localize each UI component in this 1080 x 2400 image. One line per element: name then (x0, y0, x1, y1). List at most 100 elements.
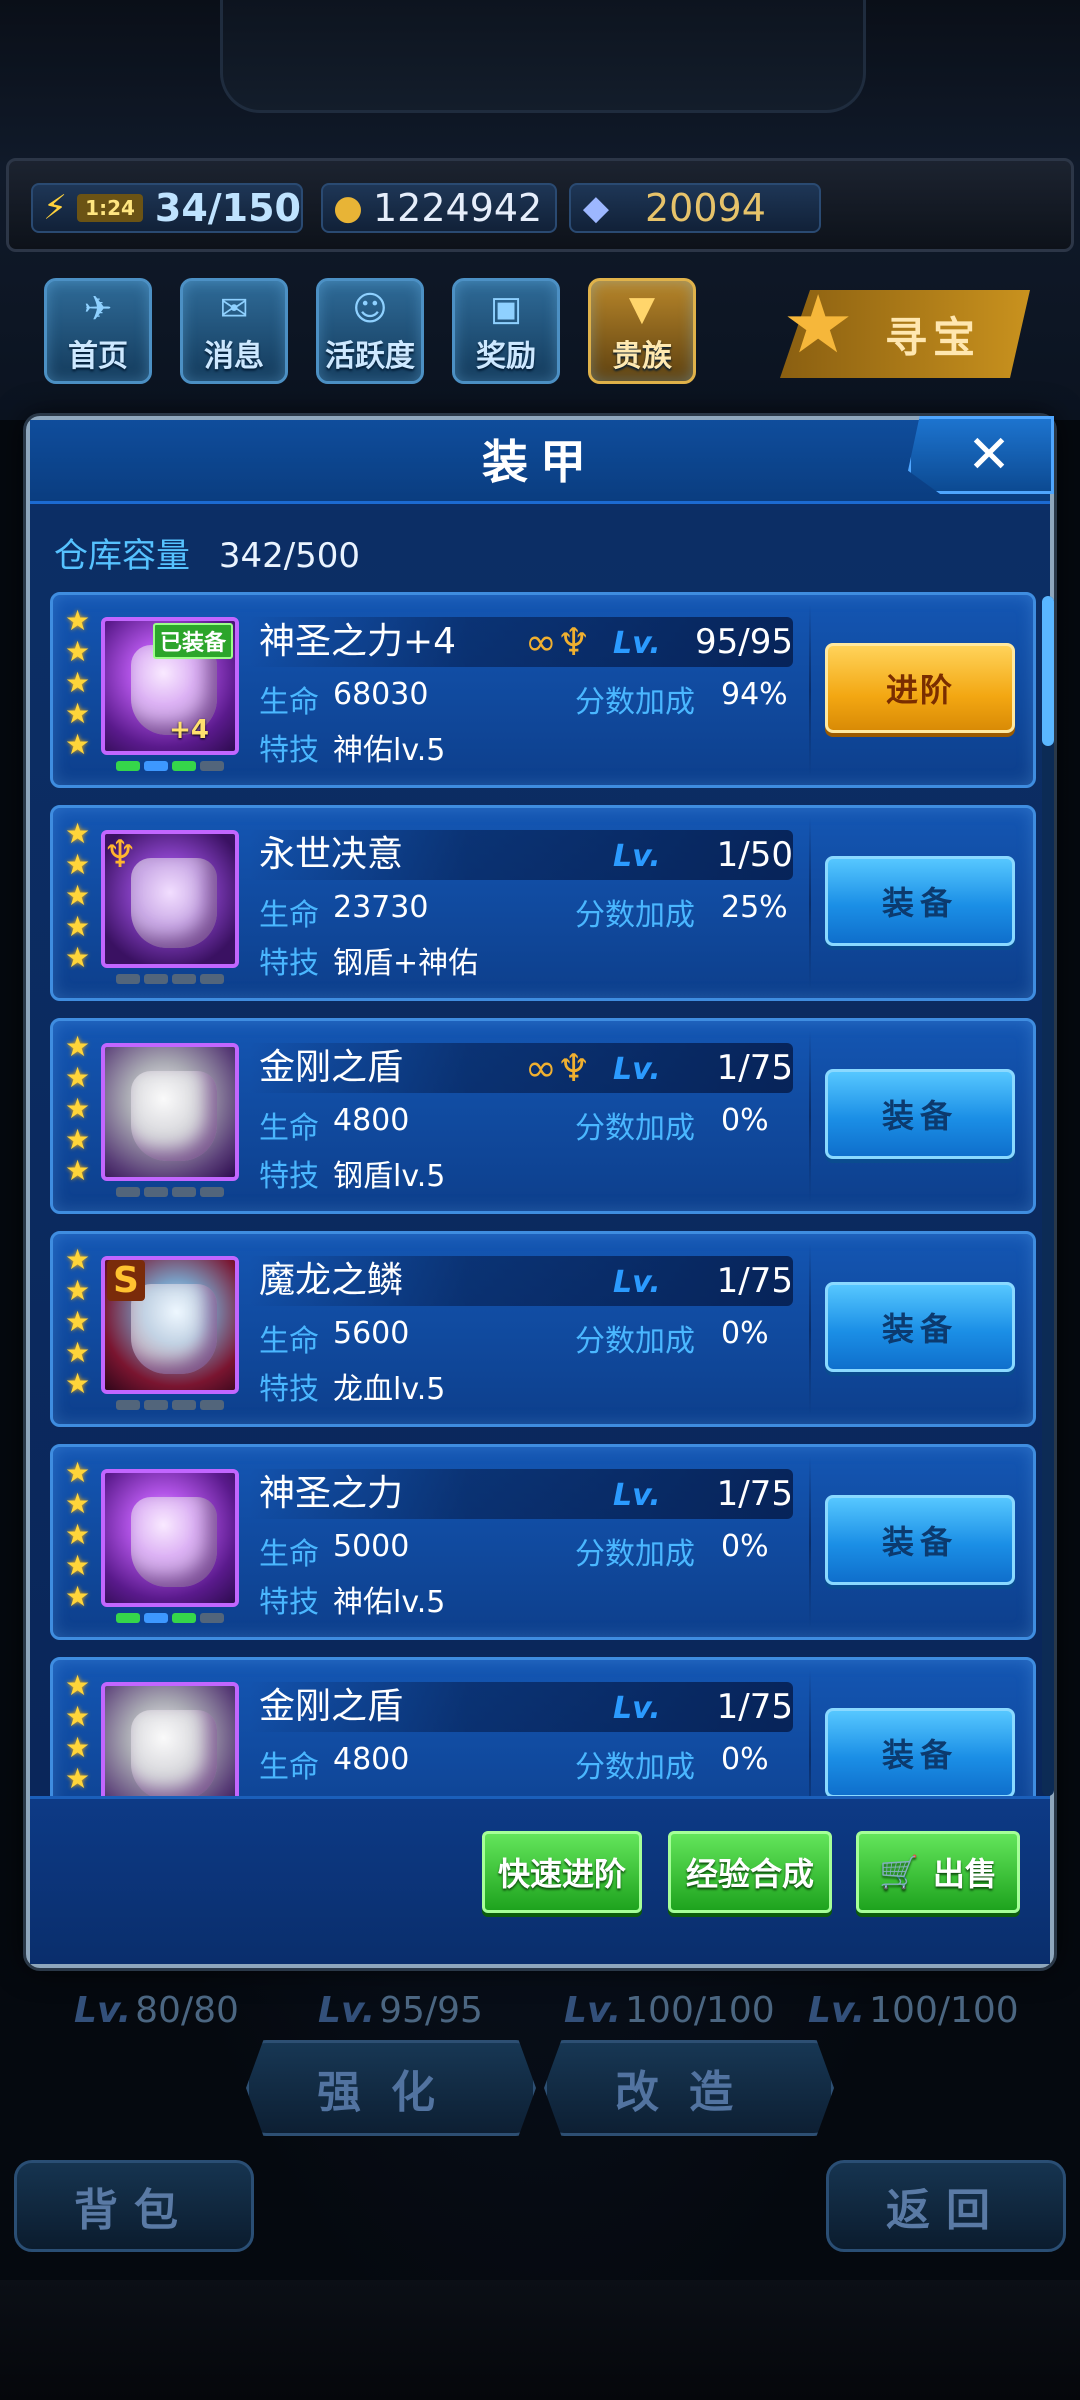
star-icon: ★ (65, 1700, 91, 1733)
armor-item[interactable]: ★ ★ ★ ★ ★ ♆ 永世决意 Lv. 1/50 生命 23730 分数加成 … (50, 805, 1036, 1001)
score-bonus-label: 分数加成 (575, 1324, 695, 1359)
star-icon: ★ (65, 1669, 91, 1702)
hp-value: 4800 (333, 1742, 410, 1777)
backpack-button[interactable]: 背包 (14, 2160, 254, 2252)
socket-icon (144, 974, 168, 984)
socket-icon (200, 1400, 224, 1410)
slot-level: Lv. 80/80 (74, 1990, 239, 2031)
star-icon: ★ (65, 1061, 91, 1094)
star-rating: ★ ★ ★ ★ ★ (65, 1031, 95, 1186)
equip-button[interactable]: 装备 (825, 856, 1015, 946)
armor-item[interactable]: ★ ★ ★ ★ ★ 神圣之力 Lv. 1/75 生命 5000 分数加成 0% (50, 1444, 1036, 1640)
divider (809, 1244, 811, 1416)
level-prefix: Lv. (318, 1990, 376, 2031)
energy-stat[interactable]: ⚡ 1:24 34/150 (31, 183, 303, 233)
hp-label: 生命 (259, 1537, 319, 1572)
menu-message-button[interactable]: ✉ 消息 (180, 278, 288, 384)
set-bonus-icon: ∞♆ (525, 1046, 591, 1090)
divider (809, 1031, 811, 1203)
energy-value: 34/150 (154, 186, 301, 230)
star-icon: ★ (65, 604, 91, 637)
close-button[interactable]: ✕ (908, 416, 1054, 494)
equip-button[interactable]: 装备 (825, 1708, 1015, 1798)
equip-button[interactable]: 装备 (825, 1282, 1015, 1372)
menu-home-button[interactable]: ✈ 首页 (44, 278, 152, 384)
energy-timer: 1:24 (77, 194, 143, 222)
score-bonus-value: 94% (721, 677, 788, 712)
star-icon: ★ (65, 1580, 91, 1613)
star-icon: ★ (65, 1731, 91, 1764)
level-label: Lv. (613, 1691, 661, 1726)
star-icon: ★ (65, 879, 91, 912)
armor-thumbnail[interactable] (101, 1043, 239, 1181)
armor-thumbnail[interactable] (101, 1469, 239, 1607)
star-icon: ★ (65, 1154, 91, 1187)
armor-item[interactable]: ★ ★ ★ ★ ★ S 魔龙之鳞 Lv. 1/75 生命 5600 分数加成 0… (50, 1231, 1036, 1427)
socket-row (101, 974, 239, 984)
slot-level: Lv. 100/100 (808, 1990, 1019, 2031)
star-icon: ★ (65, 941, 91, 974)
score-bonus-value: 0% (721, 1316, 769, 1351)
score-bonus-label: 分数加成 (575, 1111, 695, 1146)
modify-button[interactable]: 改造 (544, 2040, 834, 2136)
socket-icon (200, 761, 224, 771)
star-icon: ★ (65, 1518, 91, 1551)
capacity-label: 仓库容量 (54, 536, 190, 576)
armor-item[interactable]: ★ ★ ★ ★ ★ 金刚之盾 ∞♆ Lv. 1/75 生命 4800 分数加成 (50, 1018, 1036, 1214)
lightning-icon: ⚡ (43, 188, 68, 228)
smile-icon: ☺ (352, 289, 388, 329)
socket-icon (116, 761, 140, 771)
star-icon: ★ (65, 1336, 91, 1369)
hp-value: 68030 (333, 677, 429, 712)
strengthen-button[interactable]: 强化 (246, 2040, 536, 2136)
exp-merge-button[interactable]: 经验合成 (668, 1831, 832, 1913)
advance-button[interactable]: 进阶 (825, 643, 1015, 733)
strengthen-label: 强化 (317, 2067, 465, 2118)
divider (809, 1457, 811, 1629)
armor-thumbnail[interactable]: 已装备 +4 (101, 617, 239, 755)
quick-advance-button[interactable]: 快速进阶 (482, 1831, 642, 1913)
socket-icon (144, 761, 168, 771)
armor-thumbnail[interactable]: S (101, 1256, 239, 1394)
list-scrollbar[interactable] (1042, 596, 1054, 1796)
coin-value: 1224942 (373, 186, 543, 230)
menu-home-label: 首页 (68, 339, 128, 374)
equip-button[interactable]: 装备 (825, 1069, 1015, 1159)
backpack-label: 背包 (74, 2185, 194, 2236)
score-bonus-value: 0% (721, 1742, 769, 1777)
scrollbar-thumb[interactable] (1042, 596, 1054, 746)
score-bonus-label: 分数加成 (575, 1537, 695, 1572)
armor-item[interactable]: ★ ★ ★ ★ ★ 金刚之盾 Lv. 1/75 生命 4800 分数加成 0% … (50, 1657, 1036, 1802)
star-icon: ★ (65, 666, 91, 699)
armor-list[interactable]: ★ ★ ★ ★ ★ 已装备 +4 神圣之力+4 ∞♆ Lv. 95/95 生命 … (50, 592, 1036, 1802)
plus-badge: +4 (169, 715, 209, 745)
coin-stat[interactable]: ● 1224942 (321, 183, 557, 233)
socket-icon (116, 974, 140, 984)
armor-item[interactable]: ★ ★ ★ ★ ★ 已装备 +4 神圣之力+4 ∞♆ Lv. 95/95 生命 … (50, 592, 1036, 788)
equip-button[interactable]: 装备 (825, 1495, 1015, 1585)
hp-value: 5600 (333, 1316, 410, 1351)
armor-thumbnail[interactable] (101, 1682, 239, 1802)
menu-noble-button[interactable]: ▼ 贵族 (588, 278, 696, 384)
armor-thumbnail[interactable]: ♆ (101, 830, 239, 968)
modal-header: 装甲 ✕ (30, 416, 1054, 504)
star-rating: ★ ★ ★ ★ ★ (65, 818, 95, 973)
mail-icon: ✉ (219, 289, 249, 329)
gift-icon: ▣ (489, 289, 523, 329)
gem-stat[interactable]: ◆ 20094 (569, 183, 821, 233)
back-button[interactable]: 返回 (826, 2160, 1066, 2252)
socket-icon (116, 1400, 140, 1410)
menu-activity-button[interactable]: ☺ 活跃度 (316, 278, 424, 384)
level-value: 1/50 (716, 835, 793, 875)
armor-icon (131, 858, 217, 948)
sell-button[interactable]: 🛒 出售 (856, 1831, 1020, 1913)
top-menu: ✈ 首页 ✉ 消息 ☺ 活跃度 ▣ 奖励 ▼ 贵族 寻宝 ★ (44, 278, 1044, 388)
hp-label: 生命 (259, 898, 319, 933)
star-icon: ★ (65, 1030, 91, 1063)
star-icon: ★ (65, 1762, 91, 1795)
level-prefix: Lv. (74, 1990, 132, 2031)
socket-icon (200, 1187, 224, 1197)
menu-reward-button[interactable]: ▣ 奖励 (452, 278, 560, 384)
skill-label: 特技 (259, 733, 319, 768)
level-label: Lv. (613, 1265, 661, 1300)
